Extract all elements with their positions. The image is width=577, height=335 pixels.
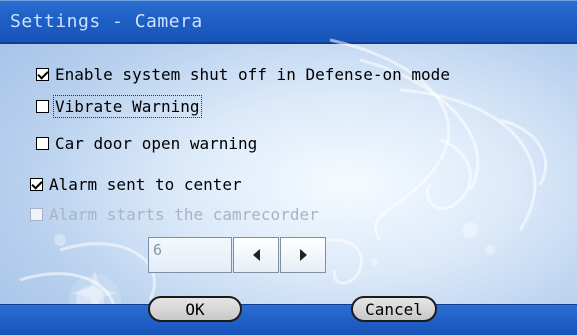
option-label-defense-shutoff: Enable system shut off in Defense-on mod… [55,64,450,84]
checkbox-defense-shutoff[interactable] [36,67,49,81]
option-label-vibrate-warning: Vibrate Warning [53,94,202,118]
background-swirl-decoration [19,38,548,331]
stepper-value-field[interactable]: 6 [148,237,232,273]
cancel-button[interactable]: Cancel [351,296,437,322]
option-label-car-door-warning: Car door open warning [55,133,258,153]
increment-button[interactable] [280,237,326,273]
option-row-car-door-warning[interactable]: Car door open warning [36,131,257,155]
arrow-left-icon [252,249,260,261]
bottom-bar [0,304,577,335]
checkbox-alarm-sent[interactable] [30,177,43,191]
arrow-right-icon [299,249,307,261]
checkbox-vibrate-warning[interactable] [36,99,49,113]
option-label-alarm-sent: Alarm sent to center [49,174,242,194]
option-label-alarm-camrecorder: Alarm starts the camrecorder [49,204,319,224]
option-row-vibrate-warning[interactable]: Vibrate Warning [36,94,202,118]
window-title: Settings - Camera [10,11,203,32]
option-row-defense-shutoff[interactable]: Enable system shut off in Defense-on mod… [36,62,450,86]
ok-button[interactable]: OK [148,296,242,322]
checkbox-alarm-camrecorder [30,207,43,221]
title-bar: Settings - Camera [0,0,577,44]
decrement-button[interactable] [233,237,279,273]
checkbox-car-door-warning[interactable] [36,136,49,150]
option-row-alarm-camrecorder: Alarm starts the camrecorder [30,202,319,226]
stepper-value: 6 [153,241,163,259]
option-row-alarm-sent[interactable]: Alarm sent to center [30,172,242,196]
settings-window: Settings - Camera Enable system shut off… [0,0,577,335]
